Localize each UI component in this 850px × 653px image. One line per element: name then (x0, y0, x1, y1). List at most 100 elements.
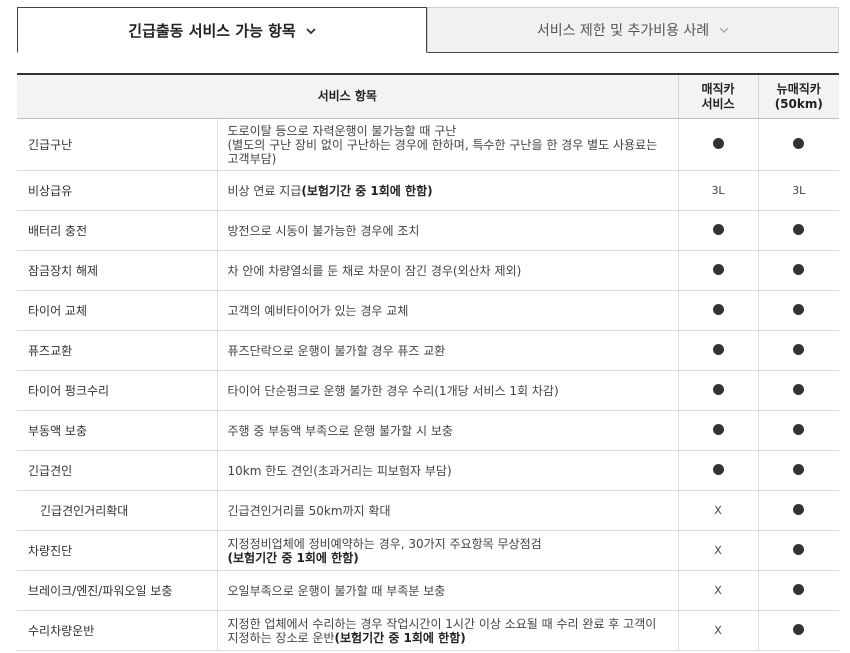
availability-value: X (714, 544, 722, 557)
description-text: 10km 한도 견인(초과거리는 피보험자 부담) (227, 463, 452, 478)
available-dot-icon (712, 137, 724, 149)
availability-value: X (714, 584, 722, 597)
service-name: 긴급구난 (17, 118, 217, 171)
description-text: 방전으로 시동이 불가능한 경우에 조치 (227, 223, 420, 238)
service-name: 퓨즈교환 (17, 330, 217, 371)
available-dot-icon (793, 343, 805, 355)
available-dot-icon (712, 263, 724, 275)
service-description: 지정한 업체에서 수리하는 경우 작업시간이 1시간 이상 소요될 때 수리 완… (216, 610, 679, 651)
description-text: 차 안에 차량열쇠를 둔 채로 차문이 잠긴 경우(외산차 제외) (227, 263, 522, 278)
service-description: 지정정비업체에 정비예약하는 경우, 30가지 주요항목 무상점검 (보험기간 중… (216, 530, 679, 571)
description-text: 지정정비업체에 정비예약하는 경우, 30가지 주요항목 무상점검 (227, 536, 542, 551)
new-magic-car-availability (757, 530, 840, 571)
service-description: 10km 한도 견인(초과거리는 피보험자 부담) (216, 450, 679, 491)
header-magic-car: 매직카 서비스 (677, 73, 759, 119)
chevron-down-icon (306, 21, 316, 39)
description-note: (별도의 구난 장비 없이 구난하는 경우에 한하며, 특수한 구난을 한 경우… (227, 137, 658, 166)
service-name: 부동액 보충 (17, 410, 217, 451)
service-description: 주행 중 부동액 부족으로 운행 불가할 시 보충 (216, 410, 679, 451)
available-dot-icon (712, 303, 724, 315)
new-magic-car-availability (757, 370, 840, 411)
header-magic-line2: 서비스 (701, 96, 735, 111)
available-dot-icon (793, 503, 805, 515)
available-dot-icon (793, 463, 805, 475)
new-magic-car-availability (757, 410, 840, 451)
magic-car-availability (677, 450, 759, 491)
service-tabs: 긴급출동 서비스 가능 항목 서비스 제한 및 추가비용 사례 (17, 7, 839, 53)
service-name: 타이어 교체 (17, 290, 217, 331)
new-magic-car-availability: 3L (757, 170, 840, 211)
availability-value: X (714, 624, 722, 637)
new-magic-car-availability (757, 610, 840, 651)
table-row: 잠금장치 해제 차 안에 차량열쇠를 둔 채로 차문이 잠긴 경우(외산차 제외) (17, 250, 840, 291)
available-dot-icon (793, 543, 805, 555)
table-body: 긴급구난 도로이탈 등으로 자력운행이 불가능할 때 구난 (별도의 구난 장비 없… (17, 118, 840, 651)
magic-car-availability (677, 410, 759, 451)
table-row: 타이어 펑크수리 타이어 단순펑크로 운행 불가한 경우 수리(1개당 서비스 1… (17, 370, 840, 411)
magic-car-availability (677, 210, 759, 251)
service-name: 잠금장치 해제 (17, 250, 217, 291)
available-dot-icon (712, 223, 724, 235)
description-text: 주행 중 부동액 부족으로 운행 불가할 시 보충 (227, 423, 453, 438)
available-dot-icon (793, 423, 805, 435)
description-text: 오일부족으로 운행이 불가할 때 부족분 보충 (227, 583, 446, 598)
available-dot-icon (793, 623, 805, 635)
magic-car-availability: X (677, 490, 759, 531)
table-row: 퓨즈교환 퓨즈단락으로 운행이 불가할 경우 퓨즈 교환 (17, 330, 840, 371)
header-magic-line1: 매직카 (701, 81, 735, 96)
header-new-line2: (50km) (774, 96, 823, 111)
service-description: 도로이탈 등으로 자력운행이 불가능할 때 구난 (별도의 구난 장비 없이 구난… (216, 118, 679, 171)
table-row: 타이어 교체 고객의 예비타이어가 있는 경우 교체 (17, 290, 840, 331)
new-magic-car-availability (757, 290, 840, 331)
service-name: 배터리 충전 (17, 210, 217, 251)
service-description: 긴급견인거리를 50km까지 확대 (216, 490, 679, 531)
tab-available-services[interactable]: 긴급출동 서비스 가능 항목 (17, 7, 427, 53)
description-text: 비상 연료 지급 (227, 183, 302, 198)
service-name: 브레이크/엔진/파워오일 보충 (17, 570, 217, 611)
magic-car-availability: X (677, 530, 759, 571)
service-description: 오일부족으로 운행이 불가할 때 부족분 보충 (216, 570, 679, 611)
service-name: 수리차량운반 (17, 610, 217, 651)
magic-car-availability (677, 370, 759, 411)
table-row: 긴급견인 10km 한도 견인(초과거리는 피보험자 부담) (17, 450, 840, 491)
table-row: 긴급구난 도로이탈 등으로 자력운행이 불가능할 때 구난 (별도의 구난 장비 없… (17, 118, 840, 171)
available-dot-icon (793, 263, 805, 275)
available-dot-icon (712, 343, 724, 355)
description-bold-note: (보험기간 중 1회에 한함) (301, 183, 433, 198)
table-row: 브레이크/엔진/파워오일 보충 오일부족으로 운행이 불가할 때 부족분 보충 X (17, 570, 840, 611)
new-magic-car-availability (757, 490, 840, 531)
header-new-line1: 뉴매직카 (776, 81, 821, 96)
tab-restrictions-extra-cost[interactable]: 서비스 제한 및 추가비용 사례 (427, 7, 839, 53)
service-description: 타이어 단순펑크로 운행 불가한 경우 수리(1개당 서비스 1회 차감) (216, 370, 679, 411)
service-description: 비상 연료 지급(보험기간 중 1회에 한함) (216, 170, 679, 211)
tab-label: 긴급출동 서비스 가능 항목 (128, 21, 296, 40)
service-description: 차 안에 차량열쇠를 둔 채로 차문이 잠긴 경우(외산차 제외) (216, 250, 679, 291)
table-row: 수리차량운반 지정한 업체에서 수리하는 경우 작업시간이 1시간 이상 소요될 … (17, 610, 840, 651)
availability-value: 3L (711, 184, 725, 197)
description-text: 퓨즈단락으로 운행이 불가할 경우 퓨즈 교환 (227, 343, 446, 358)
new-magic-car-availability (757, 210, 840, 251)
tab-label: 서비스 제한 및 추가비용 사례 (536, 23, 710, 39)
new-magic-car-availability (757, 570, 840, 611)
service-name: 긴급견인 (17, 450, 217, 491)
available-dot-icon (793, 223, 805, 235)
description-bold-note: (보험기간 중 1회에 한함) (334, 630, 466, 645)
availability-value: 3L (792, 184, 806, 197)
magic-car-availability: 3L (677, 170, 759, 211)
description-text: 고객의 예비타이어가 있는 경우 교체 (227, 303, 409, 318)
description-text: 타이어 단순펑크로 운행 불가한 경우 수리(1개당 서비스 1회 차감) (227, 383, 559, 398)
table-row: 긴급견인거리확대 긴급견인거리를 50km까지 확대 X (17, 490, 840, 531)
description-bold-note: (보험기간 중 1회에 한함) (227, 550, 359, 565)
header-service-item: 서비스 항목 (17, 73, 679, 119)
new-magic-car-availability (757, 450, 840, 491)
available-dot-icon (712, 423, 724, 435)
description-text: 도로이탈 등으로 자력운행이 불가능할 때 구난 (227, 123, 457, 138)
table-header-row: 서비스 항목 매직카 서비스 뉴매직카 (50km) (17, 73, 840, 119)
new-magic-car-availability (757, 118, 840, 171)
magic-car-availability (677, 290, 759, 331)
available-dot-icon (793, 303, 805, 315)
service-description: 고객의 예비타이어가 있는 경우 교체 (216, 290, 679, 331)
table-row: 배터리 충전 방전으로 시동이 불가능한 경우에 조치 (17, 210, 840, 251)
magic-car-availability (677, 118, 759, 171)
available-dot-icon (793, 383, 805, 395)
